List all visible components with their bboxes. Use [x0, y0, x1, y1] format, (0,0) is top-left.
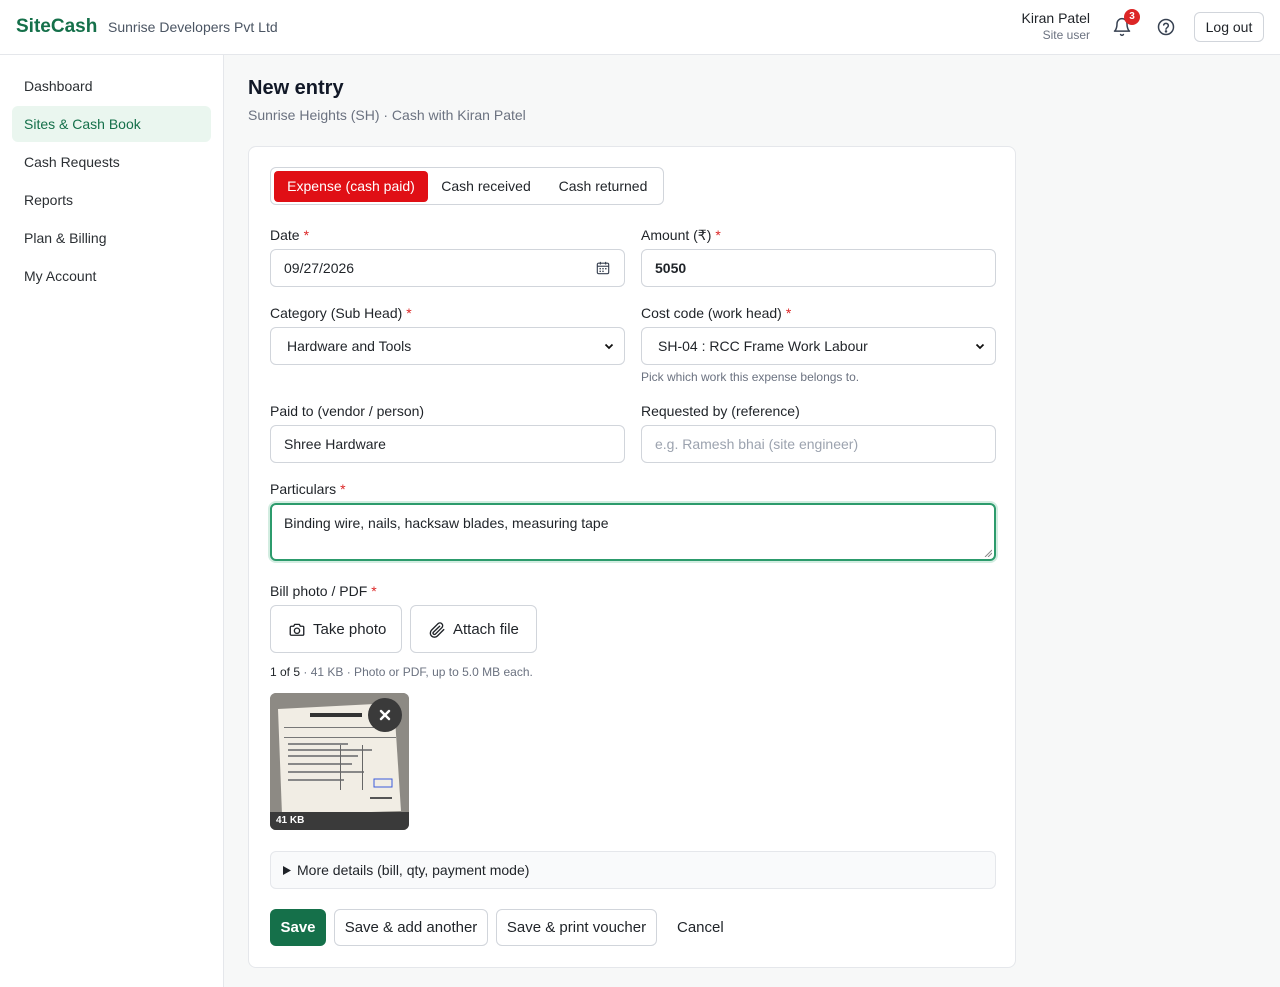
chevron-down-icon: [604, 343, 614, 350]
entry-form-card: Expense (cash paid) Cash received Cash r…: [248, 146, 1016, 968]
date-label-text: Date: [270, 227, 300, 243]
help-icon[interactable]: [1156, 17, 1176, 37]
tab-cash-received[interactable]: Cash received: [431, 171, 541, 202]
sidebar-item-reports[interactable]: Reports: [12, 182, 211, 218]
page-subtitle: Sunrise Heights (SH) · Cash with Kiran P…: [248, 107, 526, 123]
chevron-down-icon: [975, 343, 985, 350]
category-value: Hardware and Tools: [287, 338, 412, 354]
date-label: Date *: [270, 227, 310, 243]
particulars-label: Particulars *: [270, 481, 346, 497]
close-icon: [379, 709, 391, 721]
attachment-meta: 1 of 5 · 41 KB · Photo or PDF, up to 5.0…: [270, 665, 533, 679]
more-details-label: More details (bill, qty, payment mode): [297, 862, 530, 878]
save-button[interactable]: Save: [270, 909, 326, 946]
user-role: Site user: [1042, 28, 1090, 42]
save-print-voucher-button[interactable]: Save & print voucher: [496, 909, 657, 946]
page-title: New entry: [248, 77, 344, 99]
sidebar-item-plan-billing[interactable]: Plan & Billing: [12, 220, 211, 256]
attachment-count: 1 of 5: [270, 665, 301, 679]
category-select[interactable]: Hardware and Tools: [270, 327, 625, 365]
logout-button[interactable]: Log out: [1194, 12, 1264, 42]
camera-icon: [289, 623, 305, 636]
cancel-button[interactable]: Cancel: [677, 919, 724, 936]
take-photo-label: Take photo: [313, 621, 387, 638]
brand-logo[interactable]: SiteCash: [16, 16, 97, 38]
thumbnail-size: 41 KB: [270, 812, 409, 830]
bill-label-text: Bill photo / PDF: [270, 583, 368, 599]
amount-label-text: Amount (₹): [641, 227, 712, 243]
tab-cash-returned[interactable]: Cash returned: [545, 171, 661, 202]
resize-handle-icon[interactable]: [984, 549, 992, 557]
category-label: Category (Sub Head) *: [270, 305, 412, 321]
attach-file-button[interactable]: Attach file: [410, 605, 537, 653]
top-bar: SiteCash Sunrise Developers Pvt Ltd Kira…: [0, 0, 1280, 55]
requested-by-input[interactable]: e.g. Ramesh bhai (site engineer): [641, 425, 996, 463]
take-photo-button[interactable]: Take photo: [270, 605, 402, 653]
date-input[interactable]: 09/27/2026: [270, 249, 625, 287]
cost-code-label-text: Cost code (work head): [641, 305, 782, 321]
entry-type-toggle: Expense (cash paid) Cash received Cash r…: [270, 167, 664, 205]
bill-thumbnail[interactable]: 41 KB: [270, 693, 409, 830]
date-value: 09/27/2026: [284, 260, 355, 276]
sidebar-item-dashboard[interactable]: Dashboard: [12, 68, 211, 104]
remove-attachment-button[interactable]: [368, 698, 402, 732]
particulars-textarea[interactable]: Binding wire, nails, hacksaw blades, mea…: [270, 503, 996, 561]
particulars-label-text: Particulars: [270, 481, 337, 497]
calendar-icon[interactable]: [596, 261, 610, 275]
more-details-toggle[interactable]: More details (bill, qty, payment mode): [270, 851, 996, 889]
triangle-right-icon: [283, 866, 291, 875]
sidebar: Dashboard Sites & Cash Book Cash Request…: [0, 55, 224, 987]
particulars-value: Binding wire, nails, hacksaw blades, mea…: [284, 515, 609, 531]
cost-code-label: Cost code (work head) *: [641, 305, 792, 321]
sidebar-item-sites-cash-book[interactable]: Sites & Cash Book: [12, 106, 211, 142]
save-add-another-button[interactable]: Save & add another: [334, 909, 488, 946]
amount-label: Amount (₹) *: [641, 227, 721, 243]
paid-to-label: Paid to (vendor / person): [270, 403, 425, 419]
user-name: Kiran Patel: [1021, 10, 1090, 26]
paperclip-icon: [429, 622, 445, 638]
user-info: Kiran Patel Site user: [1022, 10, 1090, 44]
requested-by-label: Requested by (reference): [641, 403, 800, 419]
company-name: Sunrise Developers Pvt Ltd: [108, 19, 278, 35]
category-label-text: Category (Sub Head): [270, 305, 403, 321]
attachment-meta-text: · 41 KB · Photo or PDF, up to 5.0 MB eac…: [303, 665, 533, 679]
cost-code-hint: Pick which work this expense belongs to.: [641, 370, 860, 384]
cost-code-value: SH-04 : RCC Frame Work Labour: [658, 338, 868, 354]
attach-file-label: Attach file: [453, 621, 519, 638]
sidebar-item-my-account[interactable]: My Account: [12, 258, 211, 294]
cost-code-select[interactable]: SH-04 : RCC Frame Work Labour: [641, 327, 996, 365]
amount-input[interactable]: 5050: [641, 249, 996, 287]
paid-to-input[interactable]: Shree Hardware: [270, 425, 625, 463]
sidebar-item-cash-requests[interactable]: Cash Requests: [12, 144, 211, 180]
tab-expense[interactable]: Expense (cash paid): [274, 171, 428, 202]
bill-label: Bill photo / PDF *: [270, 583, 377, 599]
notification-badge: 3: [1124, 9, 1140, 25]
